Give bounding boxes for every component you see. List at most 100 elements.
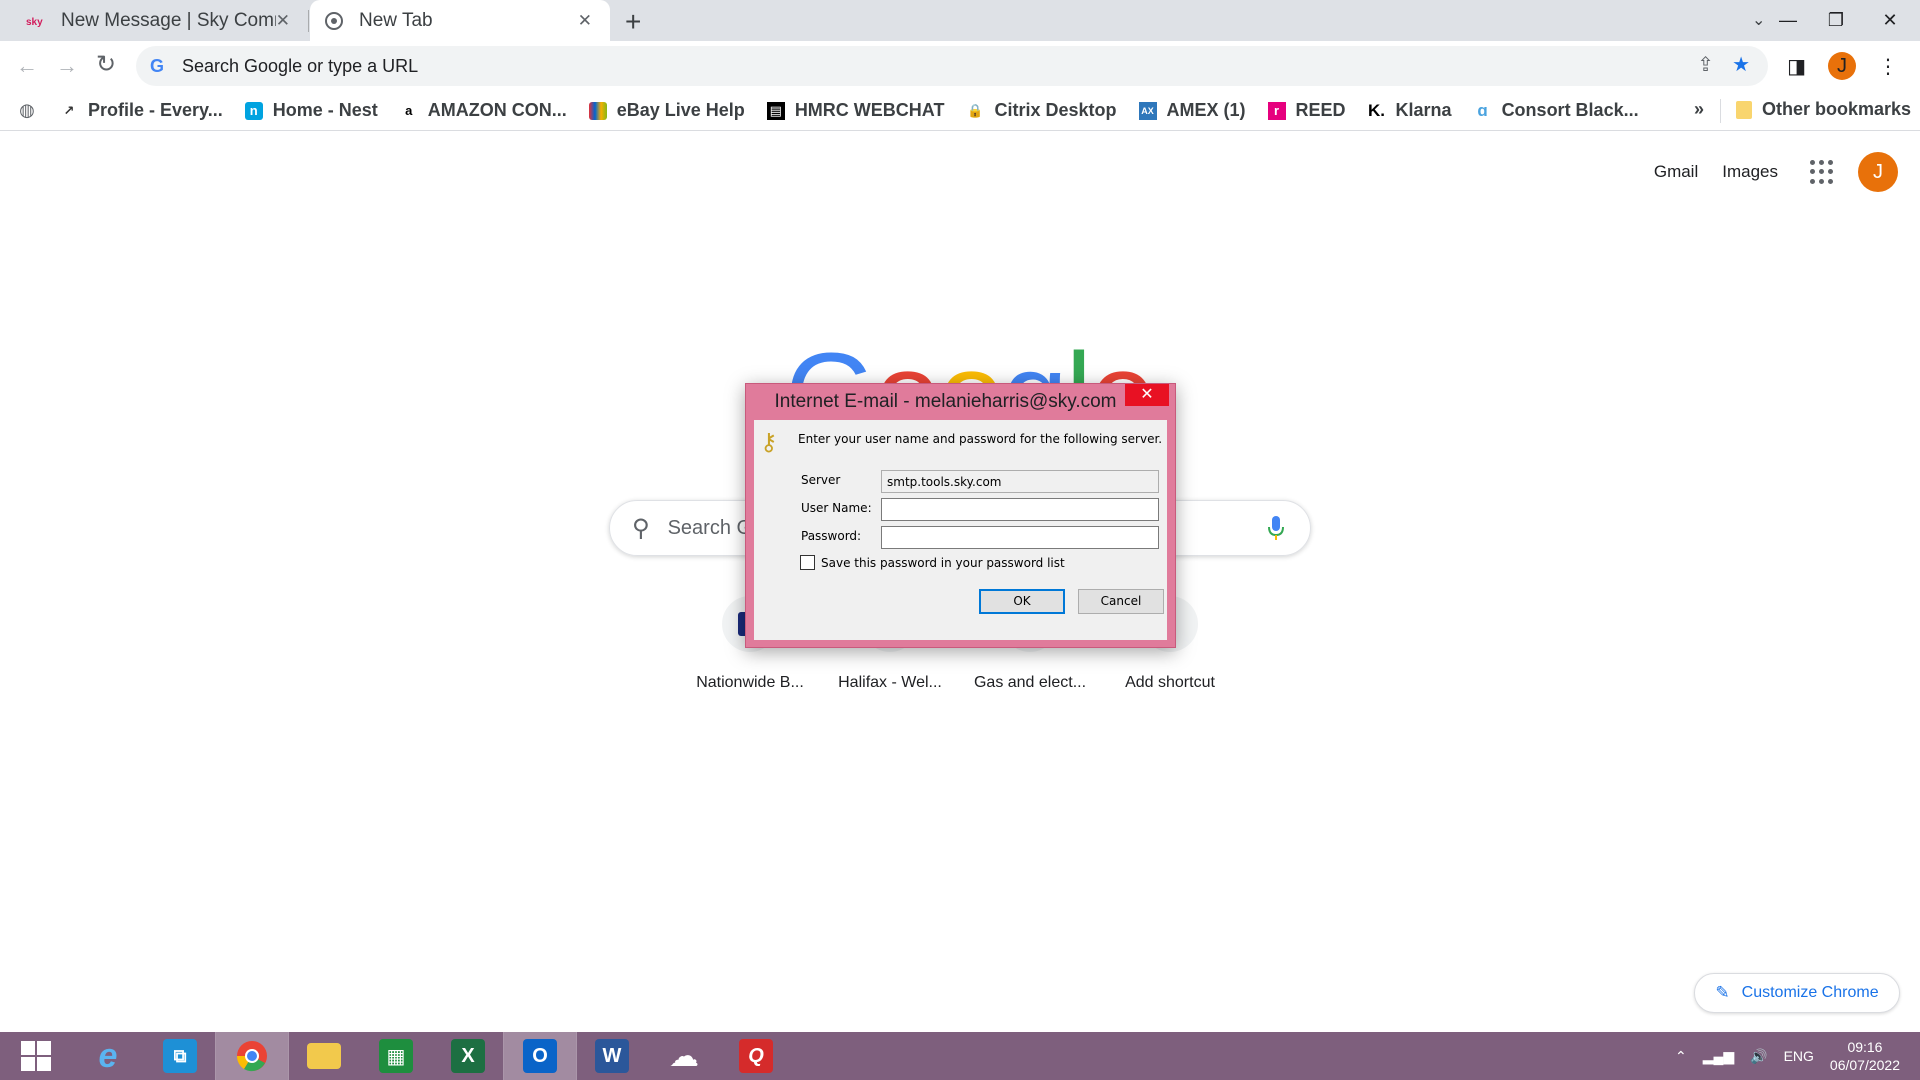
- menu-kebab-icon[interactable]: ⋮: [1878, 54, 1898, 79]
- chrome-taskbar-icon[interactable]: [215, 1031, 289, 1080]
- outlook-taskbar-icon[interactable]: O: [503, 1031, 577, 1080]
- email-login-dialog: Internet E-mail - melanieharris@sky.com …: [745, 383, 1176, 648]
- bookmarks-overflow-chevron-icon[interactable]: »: [1694, 99, 1704, 120]
- quicken-taskbar-icon[interactable]: Q: [720, 1032, 792, 1080]
- server-label: Server: [801, 473, 841, 487]
- folder-icon: [1736, 100, 1752, 119]
- google-top-links: Gmail Images J: [1654, 152, 1898, 192]
- windows-logo-icon: [21, 1041, 51, 1071]
- bookmark-citrix[interactable]: 🔒 Citrix Desktop: [966, 100, 1116, 121]
- tab-close-icon[interactable]: ✕: [276, 11, 290, 31]
- username-field[interactable]: [881, 498, 1159, 521]
- google-g-icon: G: [150, 55, 165, 76]
- profile-bookmark-icon: ↗: [63, 102, 75, 118]
- volume-icon[interactable]: 🔊: [1750, 1048, 1767, 1065]
- side-panel-icon[interactable]: ◨: [1787, 54, 1806, 79]
- bookmark-klarna[interactable]: K. Klarna: [1368, 100, 1452, 121]
- hmrc-icon: ▤: [766, 101, 785, 120]
- gmail-link[interactable]: Gmail: [1654, 162, 1698, 182]
- dialog-title: Internet E-mail - melanieharris@sky.com: [774, 391, 1117, 412]
- sky-icon: sky: [26, 11, 46, 31]
- svg-text:sky: sky: [26, 17, 43, 27]
- language-indicator[interactable]: ENG: [1784, 1048, 1814, 1064]
- omnibox-placeholder[interactable]: Search Google or type a URL: [182, 56, 418, 77]
- browser-toolbar: ← → ↻ G Search Google or type a URL ⇪ ★ …: [0, 41, 1920, 91]
- bookmark-nest[interactable]: n Home - Nest: [244, 100, 378, 121]
- windows-taskbar: e ⧉ ​ ▦ X O W ☁ Q ⌃ ▂▄▆ 🔊 ENG 09:16 06/0…: [0, 1031, 1920, 1080]
- save-password-label[interactable]: Save this password in your password list: [821, 556, 1065, 570]
- save-password-checkbox[interactable]: [800, 555, 815, 570]
- clock-time: 09:16: [1847, 1039, 1883, 1055]
- bookmarks-divider: [1720, 99, 1721, 123]
- system-tray: ⌃ ▂▄▆ 🔊 ENG 09:16 06/07/2022: [1675, 1032, 1920, 1080]
- microphone-icon[interactable]: [1268, 515, 1284, 546]
- dialog-close-icon[interactable]: ✕: [1125, 384, 1169, 406]
- cancel-button[interactable]: Cancel: [1078, 589, 1164, 614]
- images-link[interactable]: Images: [1722, 162, 1778, 182]
- window-controls: — ❐ ✕: [1764, 0, 1920, 41]
- tab-new-message[interactable]: sky New Message | Sky Comm ✕: [26, 0, 308, 41]
- bookmark-hmrc[interactable]: ▤ HMRC WEBCHAT: [766, 100, 944, 121]
- restore-icon[interactable]: ❐: [1812, 7, 1860, 35]
- excel-taskbar-icon[interactable]: X: [432, 1032, 504, 1080]
- word-taskbar-icon[interactable]: W: [576, 1032, 648, 1080]
- google-apps-grid-icon[interactable]: [1810, 160, 1834, 184]
- tray-overflow-chevron-icon[interactable]: ⌃: [1675, 1048, 1687, 1065]
- profile-avatar[interactable]: J: [1828, 52, 1856, 80]
- amex-icon: AX: [1138, 101, 1157, 120]
- task-view-taskbar-icon[interactable]: ⧉: [144, 1032, 216, 1080]
- bookmarks-bar: ◍ ↗ Profile - Every... n Home - Nest a AMAZ…: [0, 91, 1920, 131]
- bookmark-profile[interactable]: ↗ Profile - Every...: [60, 100, 223, 121]
- back-arrow-icon[interactable]: ←: [16, 53, 38, 79]
- password-label: Password:: [801, 529, 862, 543]
- google-account-avatar[interactable]: J: [1858, 152, 1898, 192]
- bookmark-consort[interactable]: ɑ Consort Black...: [1474, 100, 1638, 121]
- clock-date: 06/07/2022: [1829, 1057, 1900, 1073]
- window-close-icon[interactable]: ✕: [1860, 7, 1920, 35]
- share-icon[interactable]: ⇪: [1697, 52, 1714, 77]
- omnibox[interactable]: G Search Google or type a URL ⇪ ★: [136, 46, 1768, 86]
- new-tab-plus-icon[interactable]: +: [625, 6, 641, 38]
- apps-globe-icon[interactable]: ◍: [18, 100, 46, 120]
- network-icon[interactable]: ▂▄▆: [1703, 1048, 1734, 1065]
- google-logo: Google: [785, 320, 1154, 390]
- store-taskbar-icon[interactable]: ▦: [360, 1032, 432, 1080]
- bookmark-amazon[interactable]: a AMAZON CON...: [400, 100, 567, 121]
- server-field: smtp.tools.sky.com: [881, 470, 1159, 493]
- tab-close-icon[interactable]: ✕: [578, 11, 592, 31]
- bookmark-ebay[interactable]: eBay Live Help: [588, 100, 745, 121]
- chrome-icon: [324, 11, 344, 31]
- consort-icon: ɑ: [1477, 100, 1488, 120]
- password-field[interactable]: [881, 526, 1159, 549]
- ok-button[interactable]: OK: [979, 589, 1065, 614]
- search-placeholder[interactable]: Search G: [668, 517, 752, 540]
- tab-title: New Tab: [359, 9, 433, 31]
- start-button[interactable]: [0, 1032, 72, 1080]
- tab-strip: sky New Message | Sky Comm ✕ New Tab ✕ +…: [0, 0, 1920, 41]
- username-label: User Name:: [801, 501, 872, 515]
- reload-icon[interactable]: ↻: [96, 50, 116, 79]
- tab-new-tab[interactable]: New Tab ✕: [310, 0, 610, 41]
- citrix-icon: 🔒: [967, 102, 984, 118]
- dialog-prompt: Enter your user name and password for th…: [798, 432, 1163, 446]
- forward-arrow-icon[interactable]: →: [56, 53, 78, 79]
- onedrive-taskbar-icon[interactable]: ☁: [648, 1032, 720, 1080]
- nest-icon: n: [244, 101, 263, 120]
- keys-icon: ⚷: [760, 428, 778, 456]
- tab-separator: [308, 10, 309, 32]
- bookmark-star-icon[interactable]: ★: [1732, 52, 1750, 77]
- other-bookmarks[interactable]: Other bookmarks: [1736, 99, 1911, 120]
- ebay-icon: [588, 101, 607, 120]
- search-icon: ⚲: [632, 514, 650, 542]
- clock[interactable]: 09:16 06/07/2022: [1830, 1038, 1900, 1074]
- reed-icon: r: [1267, 101, 1286, 120]
- bookmark-reed[interactable]: r REED: [1267, 100, 1346, 121]
- customize-chrome-button[interactable]: ✎ Customize Chrome: [1694, 973, 1900, 1013]
- bookmark-amex[interactable]: AX AMEX (1): [1138, 100, 1246, 121]
- tab-title: New Message | Sky Comm: [61, 9, 276, 31]
- internet-explorer-taskbar-icon[interactable]: e: [72, 1032, 144, 1080]
- file-explorer-taskbar-icon[interactable]: ​: [288, 1032, 360, 1080]
- pencil-icon: ✎: [1715, 983, 1730, 1002]
- minimize-icon[interactable]: —: [1764, 7, 1812, 35]
- amazon-icon: a: [405, 103, 413, 118]
